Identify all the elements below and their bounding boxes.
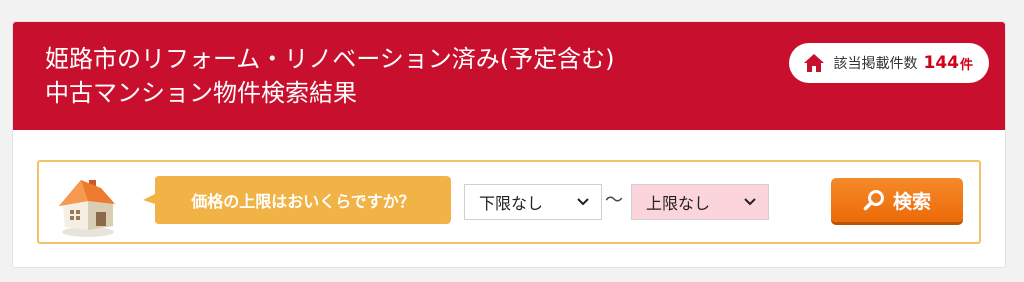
price-upper-value: 上限なし [646, 194, 711, 213]
result-header: 姫路市のリフォーム・リノベーション済み(予定含む) 中古マンション物件検索結果 … [13, 22, 1005, 130]
price-upper-select[interactable]: 上限なし [631, 184, 769, 220]
result-count-unit: 件 [959, 57, 973, 73]
price-lower-select[interactable]: 下限なし [464, 184, 602, 220]
price-lower-value: 下限なし [479, 194, 544, 213]
house-illustration-icon [59, 180, 115, 237]
result-count-label: 該当掲載件数 [833, 56, 918, 72]
result-count-value: 144 [923, 53, 959, 73]
page-title: 姫路市のリフォーム・リノベーション済み(予定含む) 中古マンション物件検索結果 [45, 42, 745, 110]
price-question-text: 価格の上限はおいくらですか？ [191, 192, 415, 211]
search-button-label: 検索 [892, 190, 931, 213]
page-title-line2: 中古マンション物件検索結果 [45, 79, 357, 107]
price-search-panel: 価格の上限はおいくらですか？ 下限なし ～ 上限なし 検索 [37, 160, 981, 244]
result-count-badge: 該当掲載件数 144 件 [789, 43, 989, 83]
chevron-down-icon [577, 198, 589, 206]
chevron-down-icon [744, 198, 756, 206]
magnifier-icon [863, 190, 884, 211]
search-button[interactable]: 検索 [831, 178, 963, 222]
page-title-line1: 姫路市のリフォーム・リノベーション済み(予定含む) [45, 45, 615, 73]
house-icon [804, 54, 825, 72]
range-separator: ～ [605, 190, 623, 211]
price-question-label: 価格の上限はおいくらですか？ [135, 176, 451, 224]
search-result-card: 姫路市のリフォーム・リノベーション済み(予定含む) 中古マンション物件検索結果 … [12, 21, 1006, 268]
